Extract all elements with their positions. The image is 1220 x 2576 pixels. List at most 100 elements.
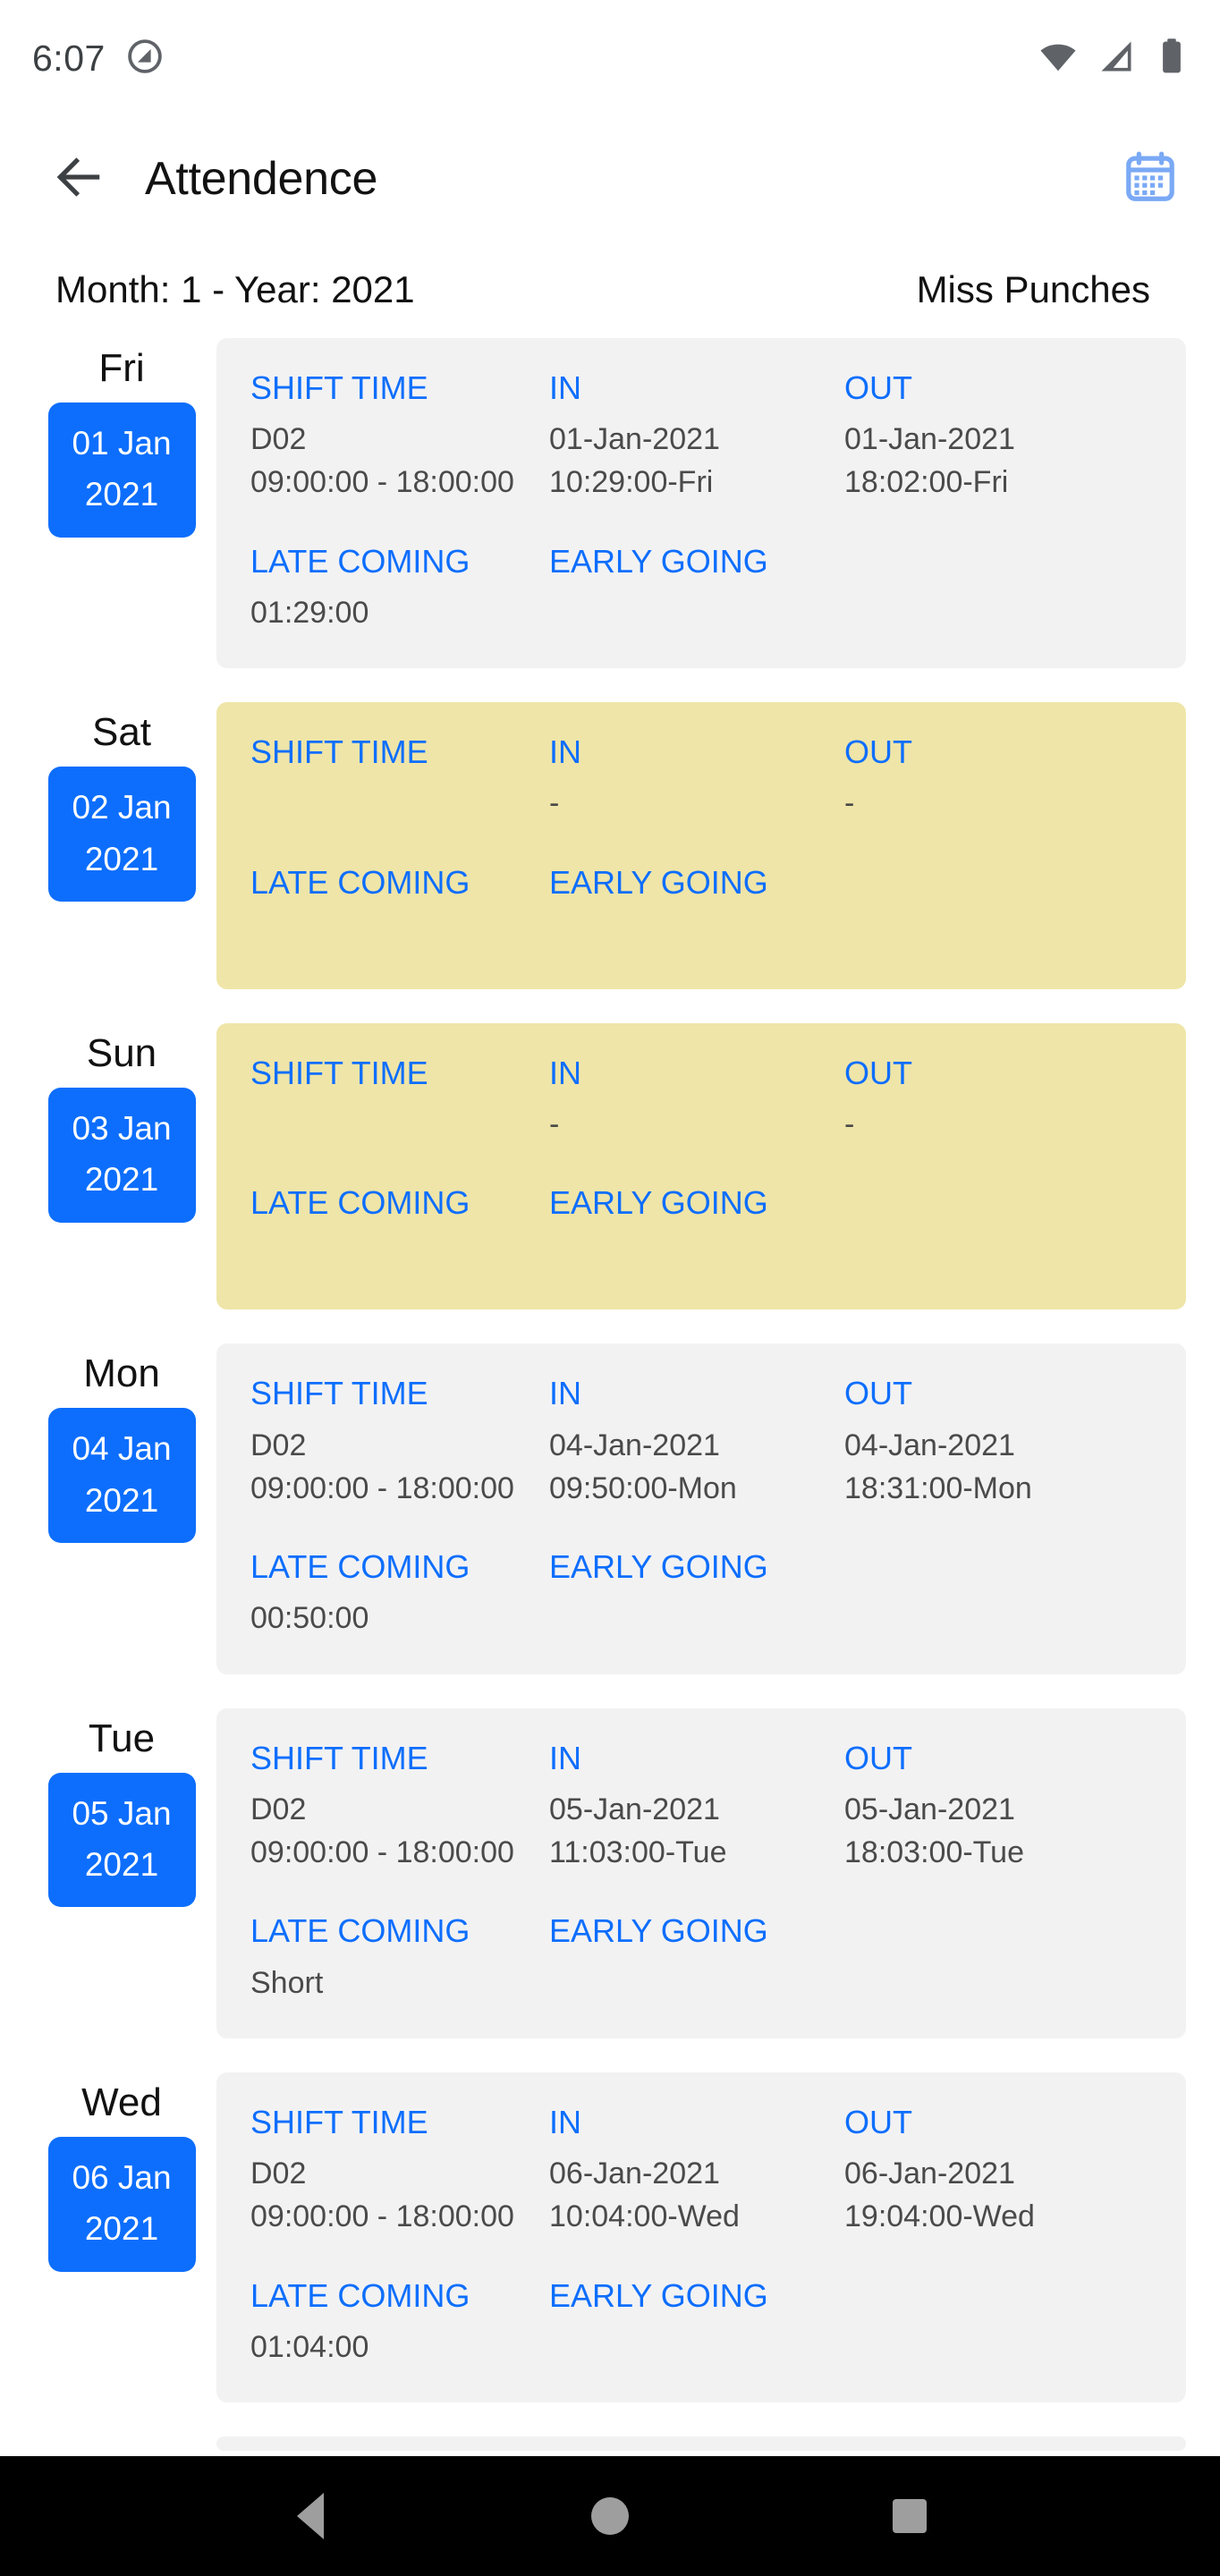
dnd-icon [125,37,165,80]
shift-time-value-line-2: 09:00:00 - 18:00:00 [250,1835,514,1870]
nav-back-button[interactable] [261,2467,360,2565]
late-coming-column: LATE COMING 01:29:00 [216,542,549,634]
late-coming-label: LATE COMING [250,2276,470,2314]
shift-time-value-line-2: 09:00:00 - 18:00:00 [250,465,514,500]
early-going-label: EARLY GOING [549,2276,768,2314]
date-badge[interactable]: 05 Jan 2021 [47,1772,196,1908]
shift-time-value: D02 09:00:00 - 18:00:00 [250,1424,549,1511]
late-coming-value: 00:50:00 [250,1597,549,1640]
out-value-line-1: - [844,786,855,821]
card-bottom-spacer [844,863,1186,955]
month-year-filter[interactable]: Month: 1 - Year: 2021 [55,268,415,311]
attendance-card[interactable]: SHIFT TIME D02 09:00:00 - 18:00:00 IN 05-Jan… [216,1707,1186,2038]
date-badge-day: 05 Jan [72,1794,172,1832]
attendance-day-row: Tue 05 Jan 2021 SHIFT TIME D02 09:00:00 - 18:… [0,1707,1220,2038]
date-col: Fri 01 Jan 2021 [27,338,216,538]
late-coming-value: 01:04:00 [250,2326,549,2368]
out-value-line-2: 19:04:00-Wed [844,2199,1035,2234]
card-top-grid: SHIFT TIME D02 09:00:00 - 18:00:00 IN 01-Jan… [216,369,1186,504]
shift-time-value-line-1: D02 [250,1428,307,1462]
miss-punches-link[interactable]: Miss Punches [917,268,1150,311]
date-badge[interactable]: 06 Jan 2021 [47,2136,196,2272]
date-badge-year: 2021 [84,2210,159,2248]
out-value-line-1: 06-Jan-2021 [844,2156,1015,2190]
card-bottom-grid: LATE COMING EARLY GOING [216,863,1186,955]
out-value: 04-Jan-2021 18:31:00-Mon [844,1424,1186,1511]
nav-recents-icon [892,2499,927,2533]
out-value: - [844,1103,1186,1146]
early-going-label: EARLY GOING [549,542,768,580]
calendar-picker-button[interactable] [1114,143,1186,215]
date-badge-day: 04 Jan [72,1430,172,1468]
late-coming-value: Short [250,1962,549,2004]
in-value: - [549,782,844,825]
shift-time-column: SHIFT TIME D02 09:00:00 - 18:00:00 [216,369,549,504]
attendance-card-weekend[interactable]: SHIFT TIME IN - OUT - LATE COMING EARLY GOING [216,702,1186,989]
in-value-line-2: 11:03:00-Tue [549,1835,727,1870]
date-badge[interactable]: 02 Jan 2021 [47,767,196,902]
date-col: Tue 05 Jan 2021 [27,1708,216,1908]
late-coming-value [250,1233,549,1275]
out-value-line-1: 05-Jan-2021 [844,1792,1015,1826]
card-top-grid: SHIFT TIME D02 09:00:00 - 18:00:00 IN 04-Jan… [216,1374,1186,1510]
in-value-line-1: - [549,1107,560,1141]
date-badge-day: 03 Jan [72,1109,172,1147]
card-bottom-grid: LATE COMING EARLY GOING [216,1183,1186,1275]
late-coming-label: LATE COMING [250,1912,470,1950]
early-going-value [549,912,844,955]
early-going-column: EARLY GOING [549,1183,844,1275]
in-label: IN [549,2103,581,2140]
shift-time-value [250,782,549,825]
shift-time-column: SHIFT TIME D02 09:00:00 - 18:00:00 [216,1374,549,1510]
early-going-value [549,591,844,634]
out-label: OUT [844,733,912,771]
early-going-column: EARLY GOING [549,1547,844,1640]
date-col: Mon 04 Jan 2021 [27,1343,216,1544]
date-badge-year: 2021 [84,1161,159,1199]
android-nav-bar [0,2456,1220,2576]
card-bottom-grid: LATE COMING Short EARLY GOING [216,1911,1186,2004]
early-going-column: EARLY GOING [549,2276,844,2368]
card-bottom-grid: LATE COMING 00:50:00 EARLY GOING [216,1547,1186,1640]
date-badge-day: 06 Jan [72,2158,172,2196]
date-badge-year: 2021 [84,840,159,877]
late-coming-value: 01:29:00 [250,591,549,634]
card-bottom-grid: LATE COMING 01:04:00 EARLY GOING [216,2276,1186,2368]
date-badge-day: 02 Jan [72,789,172,826]
attendance-card[interactable]: SHIFT TIME D02 09:00:00 - 18:00:00 IN 01-Jan… [216,338,1186,669]
date-badge[interactable]: 01 Jan 2021 [47,402,196,538]
out-label: OUT [844,2103,912,2140]
attendance-card-weekend[interactable]: SHIFT TIME IN - OUT - LATE COMING EARLY GOING [216,1022,1186,1310]
in-label: IN [549,369,581,406]
early-going-value [549,1962,844,2004]
late-coming-value-line-1: Short [250,1965,324,2000]
in-column: IN 06-Jan-2021 10:04:00-Wed [549,2103,844,2239]
next-day-card-partial[interactable] [216,2436,1186,2451]
nav-recents-button[interactable] [860,2467,959,2565]
late-coming-column: LATE COMING 00:50:00 [216,1547,549,1640]
card-top-grid: SHIFT TIME IN - OUT - [216,733,1186,825]
nav-home-button[interactable] [561,2467,659,2565]
cellular-icon [1097,37,1136,80]
out-value-line-1: 04-Jan-2021 [844,1428,1015,1462]
date-badge[interactable]: 03 Jan 2021 [47,1087,196,1223]
out-value: - [844,782,1186,825]
in-label: IN [549,1375,581,1412]
attendance-scroll-area[interactable]: Fri 01 Jan 2021 SHIFT TIME D02 09:00:00 - 18:… [0,338,1220,2456]
day-of-week-label: Wed [81,2080,162,2124]
in-value-line-2: 09:50:00-Mon [549,1470,737,1505]
shift-time-label: SHIFT TIME [250,369,428,406]
out-value-line-1: 01-Jan-2021 [844,422,1015,457]
attendance-card[interactable]: SHIFT TIME D02 09:00:00 - 18:00:00 IN 04-Jan… [216,1343,1186,1674]
in-value: 06-Jan-2021 10:04:00-Wed [549,2152,844,2239]
late-coming-value-line-1: 01:29:00 [250,595,369,630]
attendance-day-row: Fri 01 Jan 2021 SHIFT TIME D02 09:00:00 - 18:… [0,338,1220,669]
shift-time-value-line-1: D02 [250,2156,307,2190]
back-button[interactable] [50,150,107,208]
date-badge[interactable]: 04 Jan 2021 [47,1408,196,1544]
back-arrow-icon [51,149,106,209]
out-label: OUT [844,1054,912,1091]
status-bar: 6:07 [0,0,1220,116]
early-going-value [549,1597,844,1640]
attendance-card[interactable]: SHIFT TIME D02 09:00:00 - 18:00:00 IN 06-Jan… [216,2072,1186,2402]
